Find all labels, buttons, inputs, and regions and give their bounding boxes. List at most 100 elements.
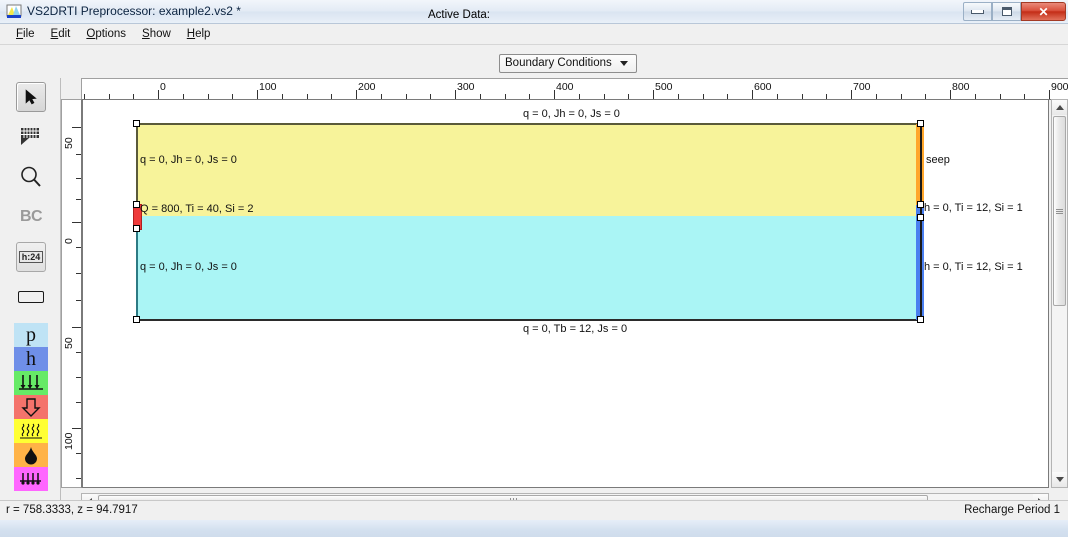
status-bar: r = 758.3333, z = 94.7917 Recharge Perio…: [0, 500, 1068, 520]
lower-region[interactable]: [136, 216, 922, 320]
active-data-select[interactable]: Boundary Conditions: [499, 54, 637, 73]
ruler-label: 50: [63, 337, 75, 349]
ruler-label: 400: [556, 81, 574, 93]
node-handle-top-right[interactable]: [917, 120, 924, 127]
ruler-tick-minor: [76, 178, 81, 179]
right-seep-boundary-label: seep: [926, 154, 950, 166]
window-controls: ✕: [963, 2, 1066, 21]
menu-item-file[interactable]: FFileile: [8, 26, 43, 42]
ruler-tick-major: [455, 90, 456, 99]
ruler-label: 600: [754, 81, 772, 93]
minimize-icon: [971, 9, 984, 14]
upper-region[interactable]: [136, 124, 922, 216]
canvas-vertical-scrollbar[interactable]: [1051, 99, 1068, 488]
ruler-tick-minor: [76, 402, 81, 403]
window-bottom-edge: [0, 520, 1068, 537]
node-handle-top-left[interactable]: [133, 120, 140, 127]
chevron-down-icon: [613, 56, 635, 71]
menu-item-show[interactable]: Show: [134, 26, 179, 42]
ruler-tick-major: [72, 327, 81, 328]
bottom-boundary-edge[interactable]: [136, 319, 922, 321]
value-tool[interactable]: h:24: [16, 242, 46, 272]
horizontal-ruler: 0 100 200 300 400 500 600 700 800 900: [81, 78, 1068, 100]
minimize-button[interactable]: [963, 2, 992, 21]
rectangle-tool[interactable]: [16, 282, 46, 312]
right-boundary-outline: [920, 124, 922, 320]
rectangle-icon: [18, 291, 44, 303]
ruler-tick-minor: [76, 478, 81, 479]
application-window: VS2DRTI Preprocessor: example2.vs2 * ✕ F…: [0, 0, 1068, 537]
bc-text-icon: BC: [19, 208, 43, 225]
menu-item-edit[interactable]: Edit: [43, 26, 79, 42]
title-bar: VS2DRTI Preprocessor: example2.vs2 * ✕: [0, 0, 1068, 24]
node-handle-bottom-right[interactable]: [917, 316, 924, 323]
ruler-tick-major: [158, 90, 159, 99]
grip-icon: [1056, 208, 1063, 215]
zoom-tool[interactable]: [16, 162, 46, 192]
flux-swatch[interactable]: [14, 371, 48, 395]
select-arrow-tool[interactable]: [16, 82, 46, 112]
node-handle-bottom-left[interactable]: [133, 316, 140, 323]
menu-item-options[interactable]: Options: [78, 26, 134, 42]
wavy-lines-icon: [20, 423, 42, 439]
arrow-cursor-icon: [25, 89, 37, 105]
ruler-tick-major: [950, 90, 951, 99]
active-data-value: Boundary Conditions: [505, 57, 612, 69]
ruler-tick-minor: [76, 377, 81, 378]
cursor-coordinates: r = 758.3333, z = 94.7917: [6, 504, 138, 516]
ruler-label: 0: [160, 81, 166, 93]
ruler-label: 100: [63, 432, 75, 450]
down-arrows-icon: [19, 375, 43, 390]
volumetric-flow-swatch[interactable]: [14, 395, 48, 419]
menu-item-help[interactable]: Help: [179, 26, 219, 42]
tool-palette: BC h:24 p h: [0, 78, 61, 510]
bottom-boundary-label: q = 0, Tb = 12, Js = 0: [523, 323, 628, 335]
ruler-tick-major: [554, 90, 555, 99]
p-letter-icon: p: [26, 324, 36, 346]
pressure-head-swatch[interactable]: p: [14, 323, 48, 347]
triangle-down-icon: [1055, 477, 1064, 482]
node-handle-left-mid-a[interactable]: [133, 201, 140, 208]
node-handle-right-mid-b[interactable]: [917, 214, 924, 221]
close-button[interactable]: ✕: [1021, 2, 1066, 21]
left-lower-boundary-label: q = 0, Jh = 0, Js = 0: [140, 261, 237, 273]
ruler-label: 900: [1051, 81, 1068, 93]
scroll-up-button[interactable]: [1052, 100, 1067, 115]
top-boundary-label: q = 0, Jh = 0, Js = 0: [523, 108, 620, 120]
evaporation-swatch[interactable]: [14, 419, 48, 443]
ruler-tick-minor: [76, 199, 81, 200]
ruler-label: 50: [63, 137, 75, 149]
scroll-down-button[interactable]: [1052, 472, 1067, 487]
ruler-label: 100: [259, 81, 277, 93]
ruler-tick-major: [1049, 90, 1050, 99]
node-handle-left-mid-b[interactable]: [133, 225, 140, 232]
ruler-tick-major: [851, 90, 852, 99]
active-data-label: Active Data:: [428, 9, 490, 21]
seepage-swatch[interactable]: [14, 443, 48, 467]
maximize-button[interactable]: [992, 2, 1021, 21]
node-handle-right-mid-a[interactable]: [917, 201, 924, 208]
window-title: VS2DRTI Preprocessor: example2.vs2 *: [27, 4, 241, 18]
ruler-tick-major: [752, 90, 753, 99]
model-canvas[interactable]: q = 0, Jh = 0, Js = 0 q = 0, Jh = 0, Js …: [82, 99, 1049, 488]
ruler-tick-minor: [76, 247, 81, 248]
vertical-scroll-thumb[interactable]: [1053, 116, 1066, 306]
total-head-swatch[interactable]: h: [14, 347, 48, 371]
gravity-drain-swatch[interactable]: [14, 467, 48, 491]
grid-tool[interactable]: [16, 122, 46, 152]
top-boundary-edge[interactable]: [136, 123, 922, 125]
h-letter-icon: h: [26, 348, 36, 370]
ruler-label: 300: [457, 81, 475, 93]
maximize-icon: [1001, 7, 1012, 16]
left-source-boundary-label: Q = 800, Ti = 40, Si = 2: [140, 203, 254, 215]
triangle-up-icon: [1055, 105, 1064, 110]
ruler-tick-major: [356, 90, 357, 99]
ruler-tick-minor: [76, 273, 81, 274]
ruler-label: 500: [655, 81, 673, 93]
ruler-tick-major: [72, 428, 81, 429]
boundary-conditions-tool[interactable]: BC: [16, 202, 46, 232]
left-upper-boundary-label: q = 0, Jh = 0, Js = 0: [140, 154, 237, 166]
right-upper-head-boundary-label: h = 0, Ti = 12, Si = 1: [924, 202, 1023, 214]
ruler-tick-minor: [76, 352, 81, 353]
menu-bar: FFileile Edit Options Show Help: [0, 24, 1068, 45]
